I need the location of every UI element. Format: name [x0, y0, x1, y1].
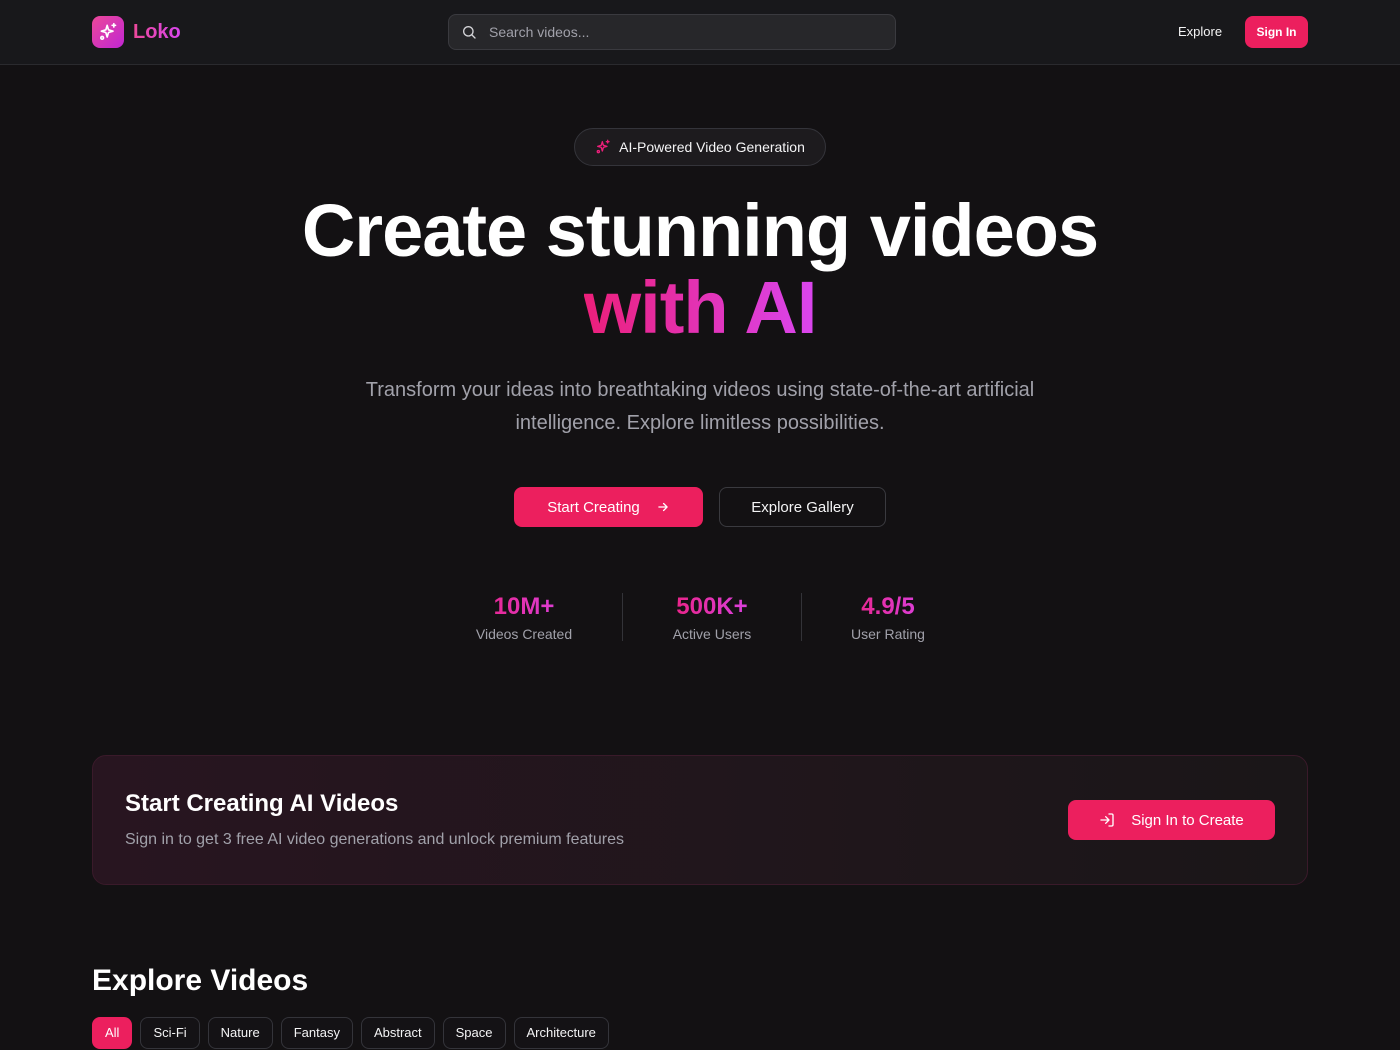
sign-in-to-create-label: Sign In to Create	[1131, 811, 1244, 829]
category-filters: All Sci-Fi Nature Fantasy Abstract Space…	[92, 1017, 609, 1049]
start-creating-card: Start Creating AI Videos Sign in to get …	[92, 755, 1308, 885]
stat-value: 500K+	[662, 592, 762, 622]
stat-user-rating: 4.9/5 User Rating	[838, 592, 938, 642]
explore-gallery-button[interactable]: Explore Gallery	[719, 487, 886, 527]
sign-in-button[interactable]: Sign In	[1245, 16, 1308, 48]
search-icon	[463, 26, 476, 39]
arrow-right-icon	[658, 502, 668, 512]
hero-title: Create stunning videos	[301, 189, 1099, 272]
ai-badge: AI-Powered Video Generation	[574, 128, 826, 166]
filter-chip-space[interactable]: Space	[442, 1017, 506, 1049]
stat-label: Videos Created	[475, 626, 573, 642]
start-creating-label: Start Creating	[547, 498, 640, 516]
stat-active-users: 500K+ Active Users	[662, 592, 762, 642]
stat-videos-created: 10M+ Videos Created	[464, 592, 584, 642]
sparkles-icon	[596, 139, 610, 154]
hero-title-accent-text: with AI	[583, 266, 818, 349]
stat-label: User Rating	[851, 626, 925, 642]
card-title: Start Creating AI Videos	[125, 790, 399, 817]
top-navbar: Loko Explore Sign In	[0, 0, 1400, 65]
filter-chip-abstract[interactable]: Abstract	[360, 1017, 435, 1049]
filter-chip-all[interactable]: All	[92, 1017, 133, 1049]
stat-divider	[801, 593, 802, 641]
explore-section-title: Explore Videos	[92, 964, 309, 997]
search-input[interactable]	[489, 24, 869, 40]
filter-chip-architecture[interactable]: Architecture	[513, 1017, 609, 1049]
filter-chip-fantasy[interactable]: Fantasy	[280, 1017, 353, 1049]
start-creating-button[interactable]: Start Creating	[514, 487, 703, 527]
brand-logo[interactable]: Loko	[92, 16, 181, 48]
stat-label: Active Users	[672, 626, 752, 642]
filter-chip-nature[interactable]: Nature	[207, 1017, 273, 1049]
nav-explore-link[interactable]: Explore	[1166, 20, 1234, 44]
sparkles-icon	[92, 16, 124, 48]
filter-chip-sci-fi[interactable]: Sci-Fi	[140, 1017, 200, 1049]
card-subtitle: Sign in to get 3 free AI video generatio…	[125, 831, 624, 848]
hero-title-accent: with AI	[0, 268, 1400, 348]
stat-value: 4.9/5	[838, 592, 938, 622]
brand-name: Loko	[133, 20, 181, 43]
log-in-icon	[1100, 813, 1114, 827]
stat-divider	[622, 593, 623, 641]
badge-text: AI-Powered Video Generation	[619, 139, 805, 155]
sign-in-to-create-button[interactable]: Sign In to Create	[1068, 800, 1275, 840]
hero-subtitle: Transform your ideas into breathtaking v…	[365, 379, 1035, 434]
stat-value: 10M+	[464, 592, 584, 622]
search-bar[interactable]	[448, 14, 896, 50]
